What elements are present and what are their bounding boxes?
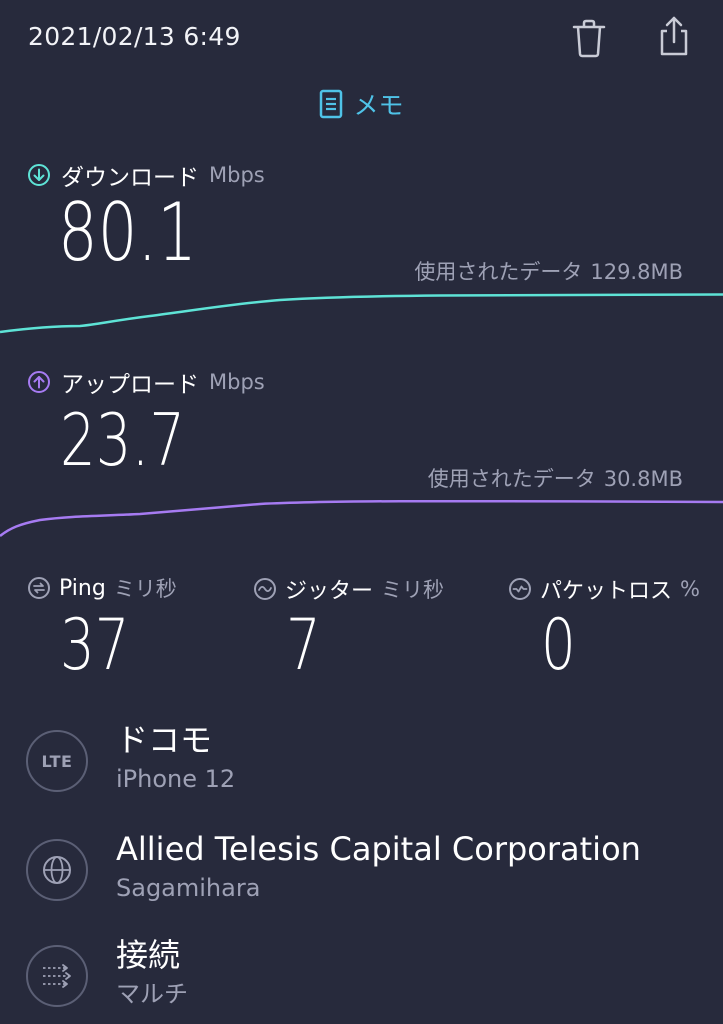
ping-icon <box>28 577 50 599</box>
ping-value: 37 <box>60 604 130 686</box>
upload-speed-value: 23.7 <box>60 398 186 482</box>
packet-loss-icon <box>509 578 531 600</box>
download-data-used: 使用されたデータ 129.8MB <box>414 256 683 286</box>
jitter-label: ジッター <box>285 579 374 604</box>
test-timestamp: 2021/02/13 6:49 <box>28 22 241 51</box>
download-unit: Mbps <box>209 163 265 187</box>
upload-header: アップロード Mbps <box>27 365 265 399</box>
memo-button[interactable]: メモ <box>0 86 723 122</box>
connection-label: 接続 <box>116 936 181 974</box>
connection-row[interactable]: 接続 マルチ <box>26 935 706 1011</box>
globe-icon <box>43 856 71 884</box>
packet-loss-unit: % <box>680 577 700 601</box>
ping-unit: ミリ秒 <box>113 577 177 601</box>
upload-data-used: 使用されたデータ 30.8MB <box>428 463 683 493</box>
jitter-header: ジッター ミリ秒 <box>253 573 444 605</box>
upload-data-used-label: 使用されたデータ <box>427 467 596 491</box>
delete-button[interactable] <box>567 16 611 60</box>
memo-label: メモ <box>353 91 404 120</box>
connection-value: マルチ <box>116 980 188 1008</box>
ping-header: Ping ミリ秒 <box>27 573 177 603</box>
lte-badge-label: LTE <box>41 751 73 771</box>
device-name: iPhone 12 <box>116 765 236 793</box>
packet-loss-value: 0 <box>541 604 576 686</box>
server-location: Sagamihara <box>116 874 261 902</box>
connections-icon-circle <box>26 945 88 1007</box>
share-button[interactable] <box>652 14 696 58</box>
jitter-icon <box>254 578 276 600</box>
download-arrow-icon <box>28 164 50 186</box>
globe-icon-circle <box>26 839 88 901</box>
lte-badge: LTE <box>26 730 88 792</box>
download-data-used-label: 使用されたデータ <box>414 260 583 284</box>
packet-loss-header: パケットロス % <box>508 573 700 605</box>
share-icon <box>660 16 688 56</box>
upload-arrow-icon <box>28 371 50 393</box>
jitter-unit: ミリ秒 <box>381 578 445 602</box>
download-speed-graph <box>0 293 723 334</box>
trash-icon <box>572 19 606 58</box>
download-speed-value: 80.1 <box>58 186 197 279</box>
connections-icon <box>43 964 71 988</box>
upload-label: アップロード <box>61 372 199 398</box>
download-data-used-value: 129.8MB <box>590 260 683 284</box>
carrier-name: ドコモ <box>116 721 213 759</box>
upload-speed-graph <box>0 499 723 537</box>
jitter-value: 7 <box>286 604 321 686</box>
upload-data-used-value: 30.8MB <box>603 467 683 491</box>
memo-icon <box>320 89 343 119</box>
upload-graph-line <box>0 499 723 537</box>
upload-unit: Mbps <box>209 370 265 394</box>
carrier-row[interactable]: LTE ドコモ iPhone 12 <box>26 720 706 796</box>
ping-label: Ping <box>59 575 106 601</box>
server-row[interactable]: Allied Telesis Capital Corporation Sagam… <box>26 829 706 905</box>
server-name: Allied Telesis Capital Corporation <box>116 830 641 868</box>
packet-loss-label: パケットロス <box>540 579 673 604</box>
download-graph-line <box>0 293 723 334</box>
